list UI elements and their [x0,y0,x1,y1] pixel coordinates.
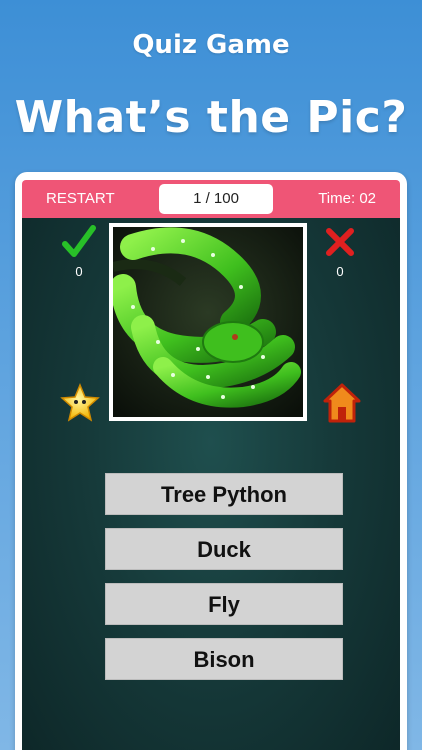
answer-option-3[interactable]: Fly [105,583,343,625]
game-top-bar: RESTART 1 / 100 Time: 02 [22,180,400,218]
x-mark-icon [326,228,354,256]
answer-option-1[interactable]: Tree Python [105,473,343,515]
game-card: RESTART 1 / 100 Time: 02 0 0 Tree Python… [15,172,407,750]
wrong-count: 0 [336,264,344,279]
star-icon[interactable] [60,383,100,423]
app-title: Quiz Game [132,30,290,60]
checkmark-icon [62,225,96,257]
restart-button[interactable]: RESTART [46,180,115,218]
question-progress: 1 / 100 [159,184,273,214]
correct-count: 0 [75,264,83,279]
timer-label: Time: 02 [318,190,376,207]
question-picture [109,223,307,421]
answer-option-2[interactable]: Duck [105,528,343,570]
game-board: 0 0 Tree Python Duck Fly Bison [22,218,400,750]
quiz-headline: What’s the Pic? [14,92,408,143]
answer-option-4[interactable]: Bison [105,638,343,680]
python-image [113,227,303,417]
home-icon[interactable] [323,383,361,423]
